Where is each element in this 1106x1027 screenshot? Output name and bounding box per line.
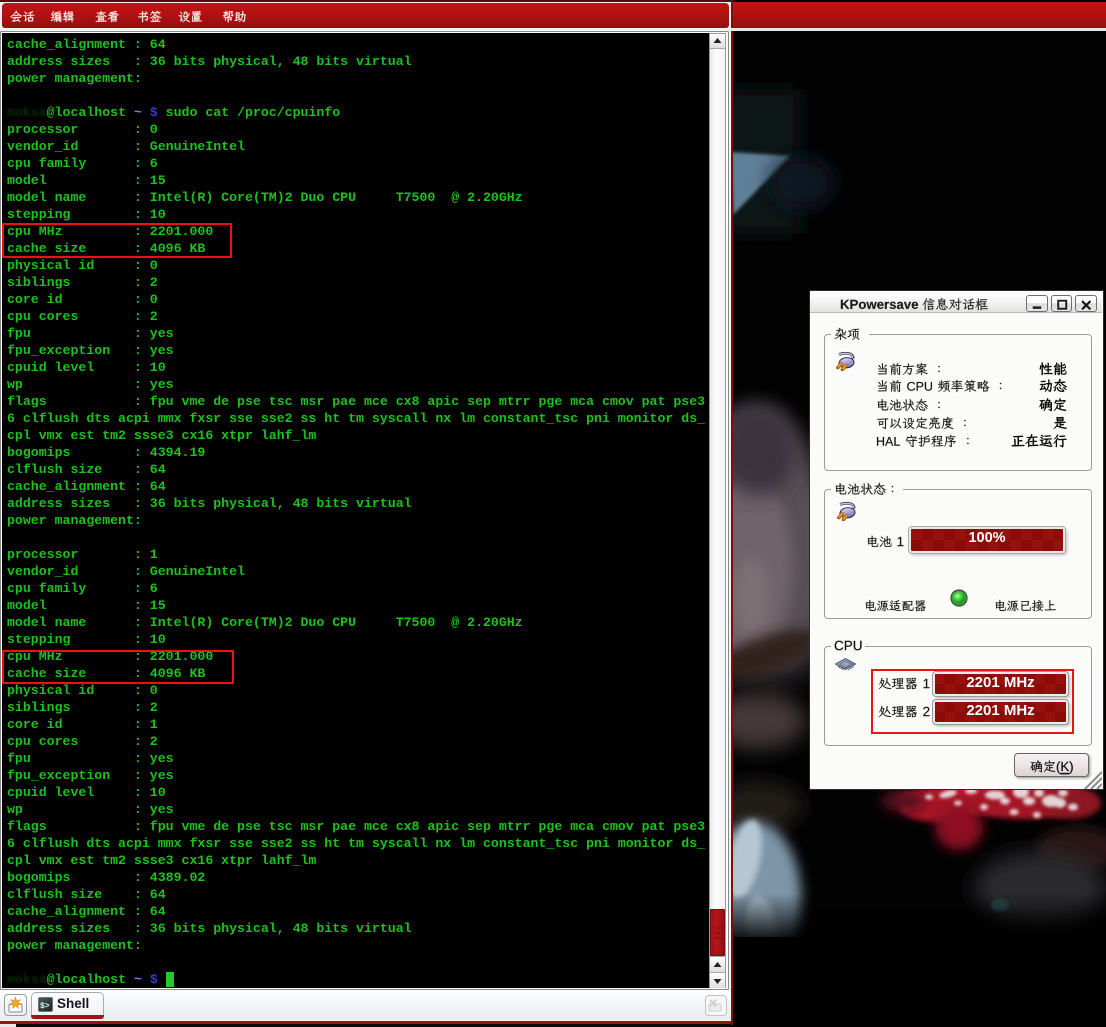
- svg-text:$>: $>: [40, 1002, 50, 1011]
